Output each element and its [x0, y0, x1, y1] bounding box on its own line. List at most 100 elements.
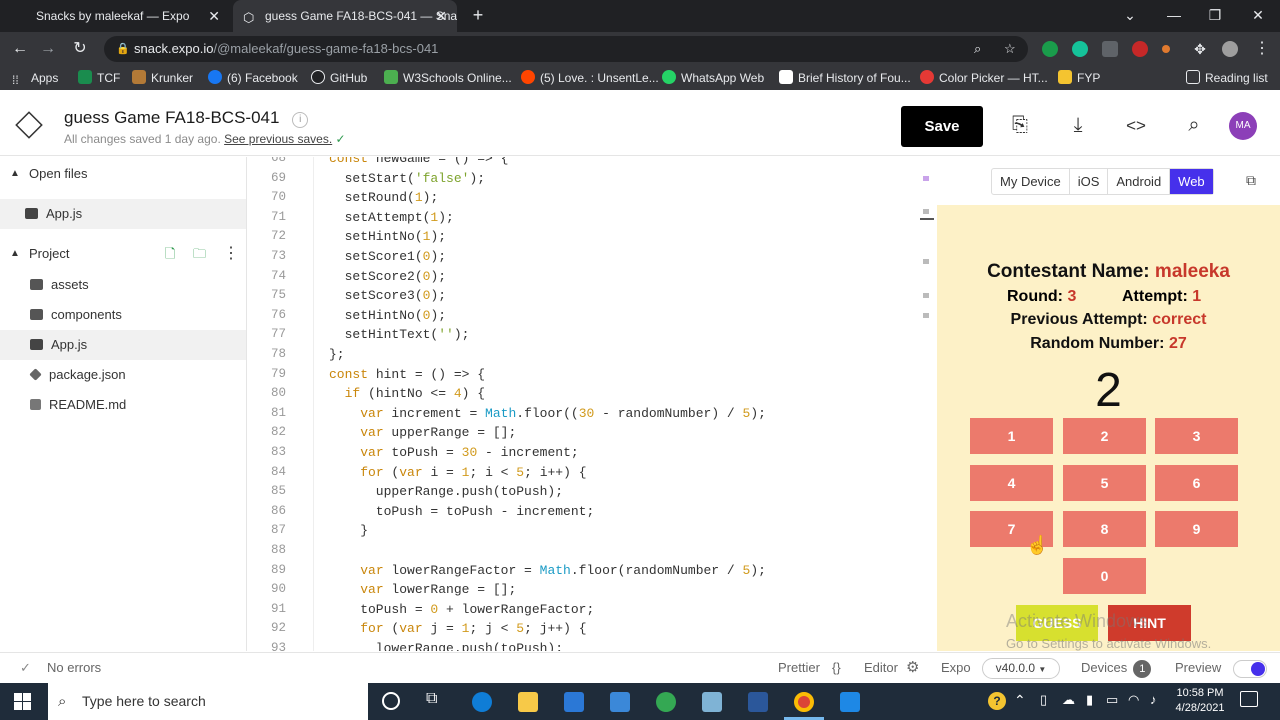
code-editor[interactable]: 68 69 70 71 72 73 74 75 76 77 78 79 80 81 82 83 84 85 86 87…: [248, 157, 936, 651]
bookmark-apps[interactable]: ⁞⁞ Apps: [12, 66, 58, 90]
extensions-puzzle-icon[interactable]: ✥: [1186, 32, 1214, 66]
windows-start-icon[interactable]: [14, 693, 31, 710]
key-5-button[interactable]: 5: [1063, 465, 1146, 501]
help-icon[interactable]: ?: [988, 692, 1006, 710]
code-line[interactable]: var lowerRangeFactor = Math.floor(random…: [329, 563, 766, 578]
bookmark-whatsapp[interactable]: WhatsApp Web: [662, 66, 764, 90]
bookmark-reddit[interactable]: (5) Love. : UnsentLe...: [521, 66, 659, 90]
word-icon[interactable]: [748, 692, 768, 712]
new-tab-button[interactable]: +: [458, 0, 498, 32]
show-hidden-icons-icon[interactable]: ⌃: [1014, 692, 1026, 709]
export-icon[interactable]: ⎘: [1006, 114, 1034, 137]
devices-button[interactable]: Devices 1: [1081, 653, 1152, 683]
store-icon[interactable]: [564, 692, 584, 712]
project-title[interactable]: guess Game FA18-BCS-041 i: [64, 108, 309, 128]
code-line[interactable]: var toPush = 30 - increment;: [329, 445, 578, 460]
code-line[interactable]: setScore3(0);: [329, 288, 446, 303]
key-9-button[interactable]: 9: [1155, 511, 1238, 547]
bookmark-star-icon[interactable]: ☆: [1004, 36, 1016, 62]
snack-logo-icon[interactable]: [15, 111, 43, 139]
bookmark-github[interactable]: GitHub: [311, 66, 367, 90]
gear-icon[interactable]: ⚙: [906, 653, 919, 683]
code-line[interactable]: setScore2(0);: [329, 269, 446, 284]
bookmark-history[interactable]: Brief History of Fou...: [779, 66, 911, 90]
open-in-new-window-icon[interactable]: ⧉: [1246, 172, 1256, 189]
edge-icon[interactable]: [472, 692, 492, 712]
taskbar-search-box[interactable]: ⌕ Type here to search: [48, 683, 368, 720]
close-window-button[interactable]: ✕: [1238, 0, 1278, 32]
zoom-icon[interactable]: ⌕: [974, 36, 981, 62]
new-file-icon[interactable]: 🗋: [165, 239, 175, 269]
project-section[interactable]: ▲ Project 🗋 🗀 ⋮: [0, 239, 246, 269]
new-folder-icon[interactable]: 🗀: [193, 239, 206, 269]
taskbar-clock[interactable]: 10:58 PM 4/28/2021: [1170, 686, 1230, 716]
bookmark-tcf[interactable]: TCF: [78, 66, 120, 90]
microphone-icon[interactable]: ▮: [1086, 692, 1093, 708]
code-line[interactable]: upperRange.push(toPush);: [329, 484, 563, 499]
bookmark-w3schools[interactable]: W3Schools Online...: [384, 66, 512, 90]
app-icon[interactable]: [840, 692, 860, 712]
key-3-button[interactable]: 3: [1155, 418, 1238, 454]
tray-icon[interactable]: ▯: [1040, 692, 1047, 708]
code-line[interactable]: toPush = toPush - increment;: [329, 504, 594, 519]
grammarly-extension-icon[interactable]: [1072, 41, 1088, 57]
tab-android[interactable]: Android: [1108, 169, 1171, 194]
maximize-button[interactable]: ❐: [1195, 0, 1235, 32]
project-item-assets[interactable]: assets: [0, 270, 246, 300]
avatar[interactable]: MA: [1229, 112, 1257, 140]
tab-ios[interactable]: iOS: [1070, 169, 1109, 194]
profile-avatar-icon[interactable]: [1222, 41, 1238, 57]
code-line[interactable]: }: [329, 523, 368, 538]
code-line[interactable]: if (hintNo <= 4) {: [329, 386, 485, 401]
chrome-icon[interactable]: [794, 692, 814, 712]
search-icon[interactable]: ⌕: [1180, 114, 1208, 137]
key-8-button[interactable]: 8: [1063, 511, 1146, 547]
close-tab-icon[interactable]: ✕: [208, 0, 220, 32]
code-line[interactable]: setStart('false');: [329, 171, 485, 186]
key-0-button[interactable]: 0: [1063, 558, 1146, 594]
save-button[interactable]: Save: [901, 106, 983, 147]
bookmark-facebook[interactable]: (6) Facebook: [208, 66, 298, 90]
project-item-package-json[interactable]: package.json: [0, 360, 246, 390]
open-file-item[interactable]: App.js: [0, 199, 246, 229]
braces-icon[interactable]: {}: [832, 653, 841, 683]
open-files-section[interactable]: ▲ Open files: [0, 159, 246, 189]
key-1-button[interactable]: 1: [970, 418, 1053, 454]
code-line[interactable]: };: [329, 347, 345, 362]
notification-icon[interactable]: [1240, 691, 1258, 707]
reading-list[interactable]: Reading list: [1186, 66, 1268, 90]
code-line[interactable]: lowerRange.push(toPush);: [329, 641, 563, 651]
utorrent-icon[interactable]: [656, 692, 676, 712]
project-item-appjs[interactable]: App.js: [0, 330, 246, 360]
tab-search-icon[interactable]: ⌄: [1110, 0, 1150, 32]
code-line[interactable]: setHintText('');: [329, 327, 470, 342]
mail-icon[interactable]: [610, 692, 630, 712]
code-line[interactable]: setHintNo(1);: [329, 229, 446, 244]
info-icon[interactable]: i: [292, 112, 309, 128]
browser-tab[interactable]: Snacks by maleekaf — Expo ✕: [0, 0, 230, 32]
code-line[interactable]: const hint = () => {: [329, 367, 485, 382]
code-line[interactable]: setHintNo(0);: [329, 308, 446, 323]
key-4-button[interactable]: 4: [970, 465, 1053, 501]
key-6-button[interactable]: 6: [1155, 465, 1238, 501]
preview-toggle[interactable]: [1233, 660, 1267, 678]
bookmark-color-picker[interactable]: Color Picker — HT...: [920, 66, 1048, 90]
reload-icon[interactable]: ↻: [66, 32, 94, 66]
code-line[interactable]: var upperRange = [];: [329, 425, 516, 440]
back-icon[interactable]: ←: [6, 32, 34, 66]
previous-saves-link[interactable]: See previous saves.: [224, 132, 332, 146]
close-tab-icon[interactable]: ✕: [435, 0, 447, 32]
code-line[interactable]: var lowerRange = [];: [329, 582, 516, 597]
chrome-menu-icon[interactable]: ⋮: [1248, 32, 1276, 66]
task-view-icon[interactable]: ⧉: [426, 690, 437, 708]
prettier-label[interactable]: Prettier: [778, 653, 820, 683]
errors-status[interactable]: No errors: [47, 653, 101, 683]
app-icon[interactable]: [702, 692, 722, 712]
tab-web[interactable]: Web: [1170, 169, 1213, 194]
file-explorer-icon[interactable]: [518, 692, 538, 712]
minimize-button[interactable]: —: [1154, 0, 1194, 32]
key-2-button[interactable]: 2: [1063, 418, 1146, 454]
project-item-readme[interactable]: README.md: [0, 390, 246, 420]
battery-icon[interactable]: ▭: [1106, 692, 1118, 708]
code-line[interactable]: for (var j = 1; j < 5; j++) {: [329, 621, 586, 636]
